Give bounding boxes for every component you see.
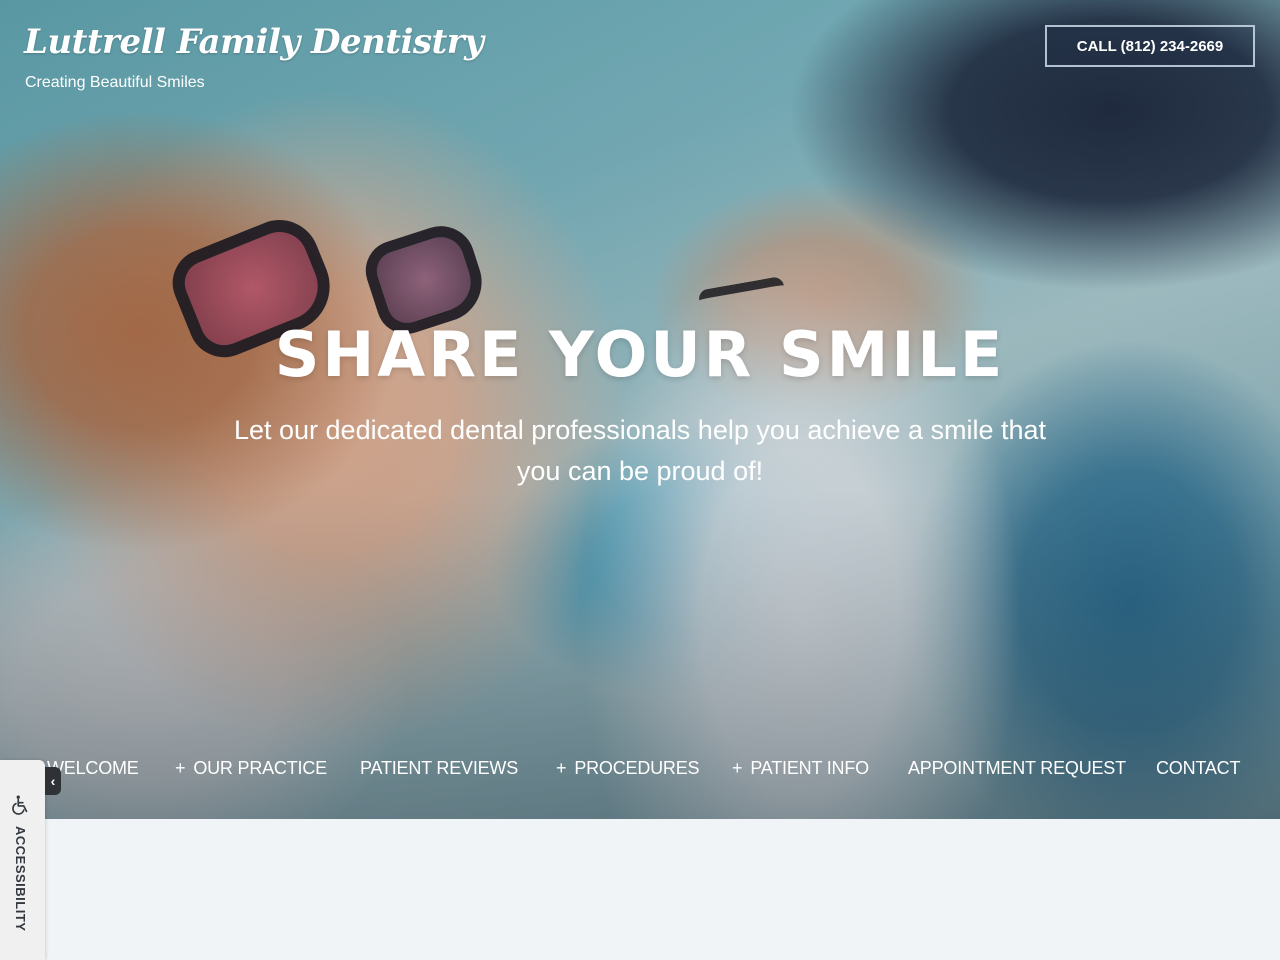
plus-icon: + bbox=[175, 758, 186, 778]
nav-item-contact[interactable]: CONTACT bbox=[1156, 758, 1240, 779]
plus-icon: + bbox=[732, 758, 743, 778]
main-navigation: WELCOME + OUR PRACTICE PATIENT REVIEWS +… bbox=[0, 750, 1280, 790]
nav-item-label: PROCEDURES bbox=[574, 758, 700, 778]
nav-item-our-practice[interactable]: + OUR PRACTICE bbox=[175, 758, 327, 779]
accessibility-collapse-toggle[interactable]: ‹ bbox=[45, 767, 61, 795]
nav-item-label: PATIENT REVIEWS bbox=[360, 758, 519, 778]
main-content-area bbox=[45, 819, 1280, 960]
hero-subheading: Let our dedicated dental professionals h… bbox=[233, 415, 1047, 486]
nav-item-patient-info[interactable]: + PATIENT INFO bbox=[732, 758, 869, 779]
plus-icon: + bbox=[556, 758, 567, 778]
chevron-left-icon: ‹ bbox=[50, 773, 56, 789]
hero-banner: Luttrell Family Dentistry Creating Beaut… bbox=[0, 0, 1280, 819]
call-phone-button[interactable]: CALL (812) 234-2669 bbox=[1045, 25, 1255, 67]
wheelchair-icon bbox=[12, 795, 28, 815]
nav-item-label: PATIENT INFO bbox=[750, 758, 869, 778]
accessibility-label: ACCESSIBILITY bbox=[13, 826, 28, 932]
site-logo-title[interactable]: Luttrell Family Dentistry bbox=[24, 22, 484, 62]
nav-item-procedures[interactable]: + PROCEDURES bbox=[556, 758, 700, 779]
nav-item-label: OUR PRACTICE bbox=[193, 758, 327, 778]
accessibility-tab[interactable]: ACCESSIBILITY bbox=[0, 760, 45, 960]
nav-item-patient-reviews[interactable]: PATIENT REVIEWS bbox=[360, 758, 518, 779]
nav-item-label: APPOINTMENT REQUEST bbox=[908, 758, 1126, 778]
site-tagline: Creating Beautiful Smiles bbox=[25, 74, 205, 91]
hero-heading: SHARE YOUR SMILE bbox=[274, 318, 1006, 391]
nav-item-appointment-request[interactable]: APPOINTMENT REQUEST bbox=[908, 758, 1126, 779]
nav-item-label: CONTACT bbox=[1156, 758, 1241, 778]
